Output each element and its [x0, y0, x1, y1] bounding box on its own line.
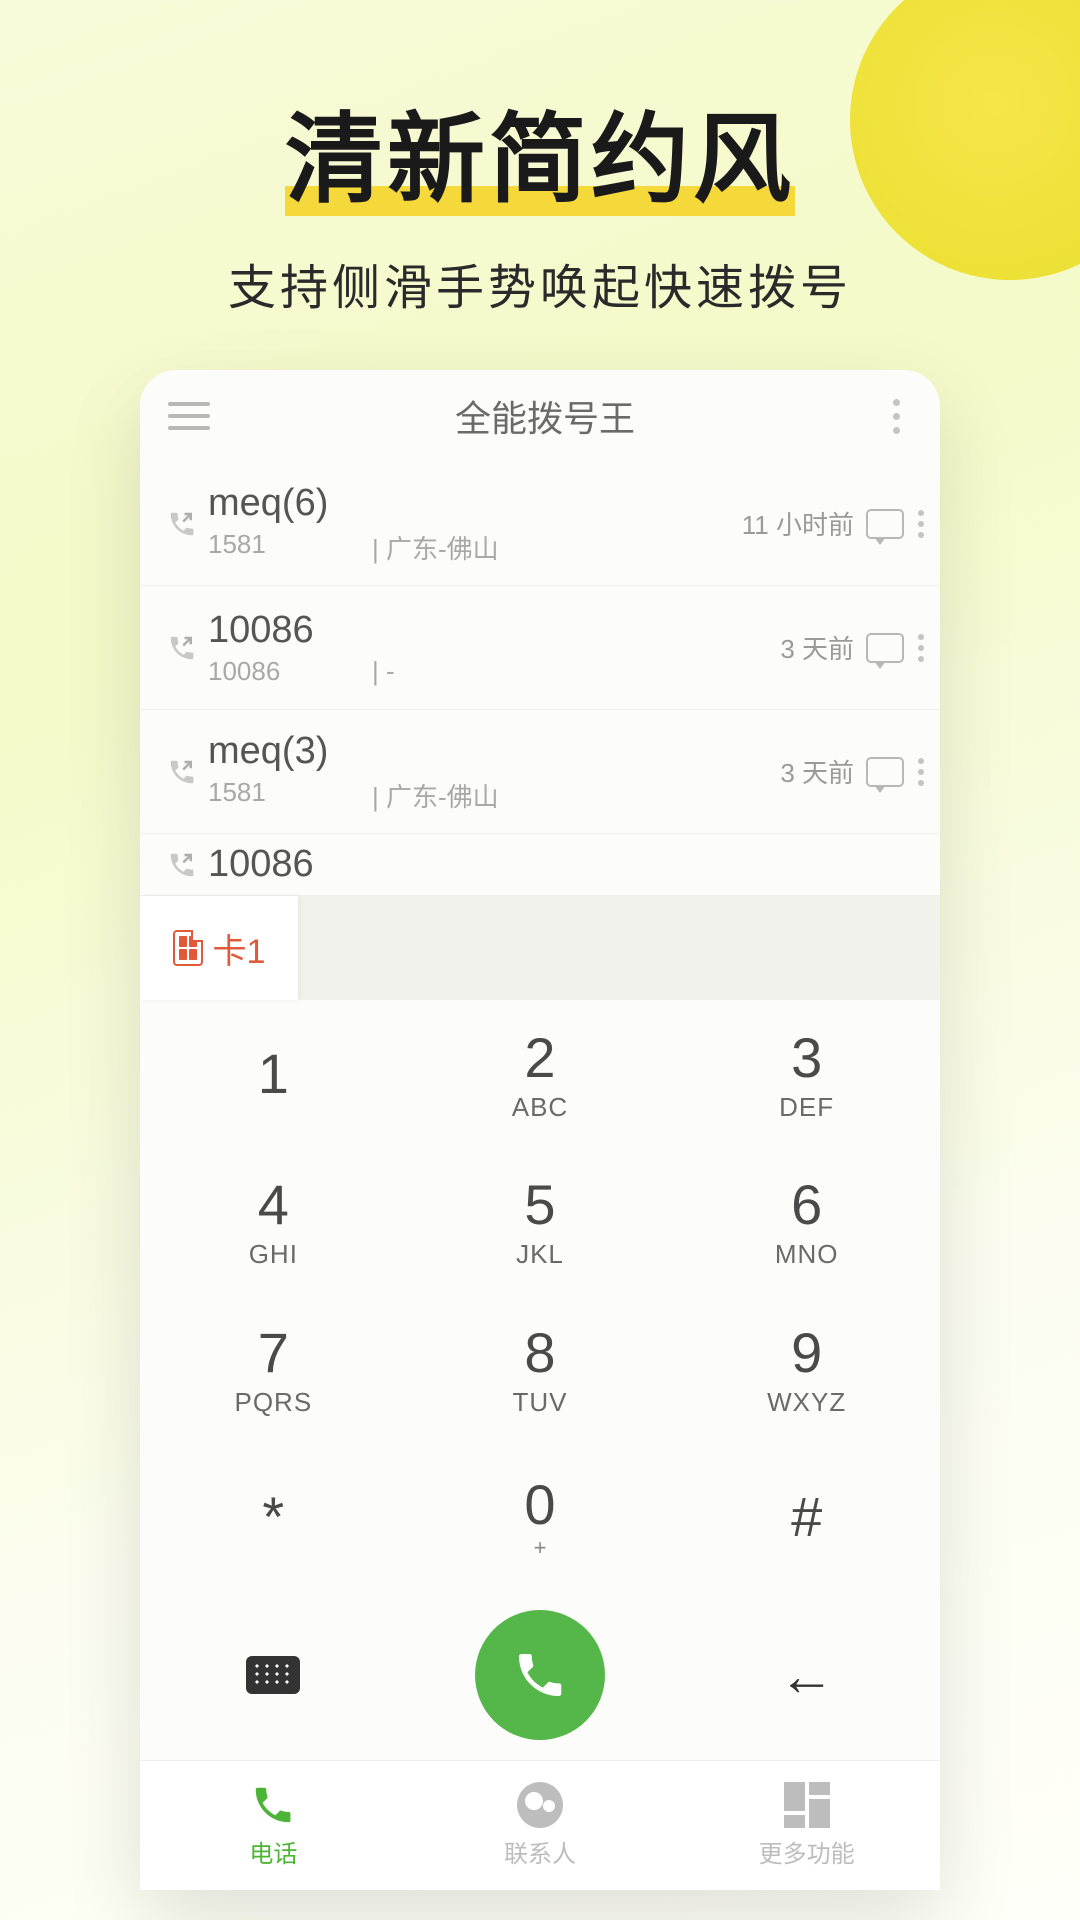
key-digit: 6 [791, 1172, 822, 1237]
nav-contacts-label: 联系人 [504, 1834, 576, 1869]
call-row[interactable]: 10086 10086| - 3 天前 [140, 586, 940, 710]
row-overflow-icon[interactable] [918, 510, 924, 538]
key-letters: DEF [779, 1092, 834, 1123]
message-icon[interactable] [866, 633, 904, 663]
key-digit: 5 [524, 1172, 555, 1237]
key-letters: PQRS [234, 1387, 312, 1418]
key-digit: 8 [524, 1320, 555, 1385]
appbar: 全能拨号王 [140, 370, 940, 462]
call-name: 10086 [208, 843, 924, 886]
key-letters: ABC [512, 1092, 568, 1123]
call-name: 10086 [208, 609, 780, 652]
call-name: meq(3) [208, 730, 780, 773]
key-digit: 7 [258, 1320, 289, 1385]
dialpad-key-5[interactable]: 5 JKL [407, 1148, 674, 1296]
key-digit: * [262, 1484, 284, 1549]
row-overflow-icon[interactable] [918, 758, 924, 786]
message-icon[interactable] [866, 757, 904, 787]
call-log-list[interactable]: meq(6) 1581| 广东-佛山 11 小时前 10086 10086| -… [140, 462, 940, 896]
dialpad-key-#[interactable]: # [673, 1443, 940, 1591]
app-title: 全能拨号王 [210, 390, 880, 442]
dialpad-key-7[interactable]: 7 PQRS [140, 1295, 407, 1443]
backspace-icon[interactable]: ← [779, 1643, 835, 1708]
outgoing-call-icon [160, 633, 204, 663]
call-sub: 10086| - [208, 656, 780, 687]
menu-icon[interactable] [168, 402, 210, 430]
dialpad-key-6[interactable]: 6 MNO [673, 1148, 940, 1296]
call-row[interactable]: meq(3) 1581| 广东-佛山 3 天前 [140, 710, 940, 834]
contacts-tab-icon [517, 1782, 563, 1828]
sim-label: 卡1 [213, 924, 266, 973]
call-button[interactable] [475, 1610, 605, 1740]
dialpad-key-2[interactable]: 2 ABC [407, 1000, 674, 1148]
key-digit: 2 [524, 1025, 555, 1090]
key-digit: 9 [791, 1320, 822, 1385]
overflow-menu-icon[interactable] [880, 399, 912, 434]
dialpad-key-0[interactable]: 0 + [407, 1443, 674, 1591]
sim-card-selector[interactable]: 卡1 [140, 896, 298, 1000]
key-letters: GHI [249, 1239, 298, 1270]
nav-phone-label: 电话 [249, 1834, 297, 1869]
dialpad-key-8[interactable]: 8 TUV [407, 1295, 674, 1443]
nav-more[interactable]: 更多功能 [673, 1761, 940, 1890]
key-digit: 1 [258, 1041, 289, 1106]
hero-title-text: 清新简约风 [285, 80, 795, 222]
key-letters: + [534, 1535, 547, 1561]
dialpad-key-3[interactable]: 3 DEF [673, 1000, 940, 1148]
row-overflow-icon[interactable] [918, 634, 924, 662]
hero-subtitle: 支持侧滑手势唤起快速拨号 [0, 248, 1080, 318]
nav-more-label: 更多功能 [759, 1834, 855, 1869]
key-digit: 0 [524, 1472, 555, 1537]
call-row[interactable]: meq(6) 1581| 广东-佛山 11 小时前 [140, 462, 940, 586]
keyboard-icon[interactable] [246, 1656, 300, 1694]
hero-title: 清新简约风 [0, 0, 1080, 222]
call-row[interactable]: 10086 [140, 834, 940, 896]
more-tab-icon [784, 1782, 830, 1828]
call-time: 3 天前 [780, 629, 854, 666]
nav-contacts[interactable]: 联系人 [407, 1761, 674, 1890]
key-digit: 4 [258, 1172, 289, 1237]
outgoing-call-icon [160, 757, 204, 787]
key-letters: JKL [516, 1239, 564, 1270]
call-sub: 1581| 广东-佛山 [208, 529, 742, 566]
dialpad-key-*[interactable]: * [140, 1443, 407, 1591]
dialpad: 1 2 ABC 3 DEF 4 GHI 5 JKL 6 MNO 7 PQRS 8… [140, 1000, 940, 1590]
phone-tab-icon [250, 1782, 296, 1828]
dialpad-key-1[interactable]: 1 [140, 1000, 407, 1148]
call-sub: 1581| 广东-佛山 [208, 777, 780, 814]
key-digit: # [791, 1484, 822, 1549]
nav-phone[interactable]: 电话 [140, 1761, 407, 1890]
sim-bar: 卡1 [140, 896, 940, 1000]
dialpad-action-row: ← [140, 1590, 940, 1760]
outgoing-call-icon [160, 850, 204, 880]
sim-icon [173, 930, 203, 966]
call-name: meq(6) [208, 482, 742, 525]
key-letters: MNO [775, 1239, 839, 1270]
dialpad-key-9[interactable]: 9 WXYZ [673, 1295, 940, 1443]
bottom-nav: 电话 联系人 更多功能 [140, 1760, 940, 1890]
outgoing-call-icon [160, 509, 204, 539]
call-time: 3 天前 [780, 753, 854, 790]
phone-frame: 全能拨号王 meq(6) 1581| 广东-佛山 11 小时前 10086 10… [140, 370, 940, 1890]
dialpad-key-4[interactable]: 4 GHI [140, 1148, 407, 1296]
key-digit: 3 [791, 1025, 822, 1090]
call-time: 11 小时前 [742, 505, 854, 542]
phone-icon [512, 1647, 568, 1703]
key-letters: TUV [512, 1387, 567, 1418]
key-letters: WXYZ [767, 1387, 846, 1418]
message-icon[interactable] [866, 509, 904, 539]
